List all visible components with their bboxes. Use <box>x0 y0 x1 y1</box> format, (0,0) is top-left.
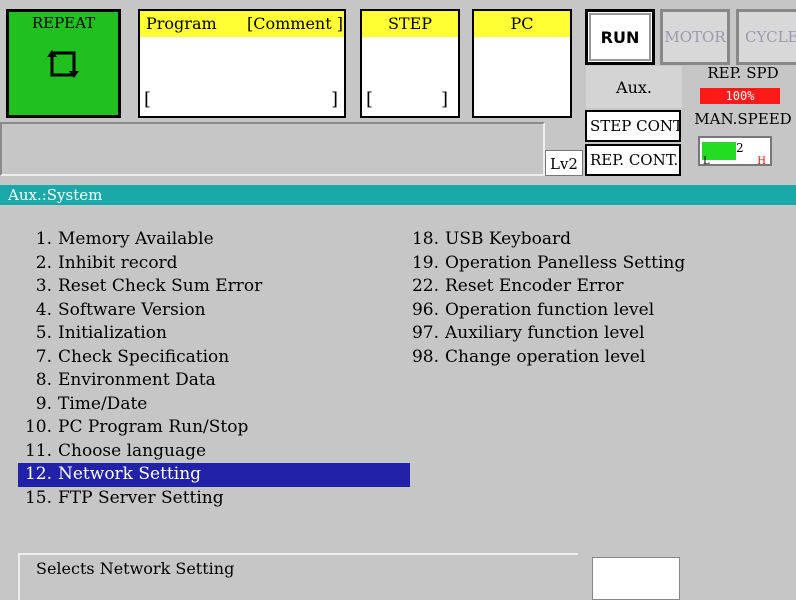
menu-item-number: 10. <box>24 417 52 437</box>
repeat-cycle-icon <box>47 50 79 78</box>
menu-item-label: Initialization <box>58 323 167 343</box>
menu-item-number: 22. <box>411 276 439 296</box>
menu-item-label: Change operation level <box>445 346 646 367</box>
menu-item[interactable]: 7. Check Specification <box>18 346 410 370</box>
program-value-open: [ <box>144 89 152 110</box>
menu-item-number: 9. <box>35 393 52 414</box>
menu-item-label: Choose language <box>58 440 207 461</box>
menu-list-right: 18. USB Keyboard 19. Operation Panelless Se… <box>405 228 765 369</box>
menu-item[interactable]: 8. Environment Data <box>18 369 410 393</box>
pc-field[interactable]: PC <box>472 9 572 118</box>
rep-speed-label: REP. SPD <box>707 64 779 82</box>
menu-item-number: 3. <box>35 276 52 296</box>
step-label: STEP <box>362 11 458 37</box>
step-value-open: [ <box>366 89 374 110</box>
repeat-label: REPEAT <box>31 14 96 32</box>
menu-item[interactable]: 4. Software Version <box>18 299 410 323</box>
menu-item-label: Reset Encoder Error <box>445 276 624 296</box>
menu-item-label: Environment Data <box>58 370 216 390</box>
menu-item-number: 19. <box>411 252 439 273</box>
menu-item[interactable]: 98. Change operation level <box>405 346 765 370</box>
operation-level-badge: Lv2 <box>545 150 583 176</box>
menu-item-number: 4. <box>35 299 52 320</box>
comment-label: [Comment ] <box>247 14 343 33</box>
program-value-close: ] <box>330 89 338 110</box>
repeat-mode-indicator[interactable]: REPEAT <box>6 9 121 118</box>
menu-item-number: 12. <box>24 464 52 484</box>
pc-label: PC <box>474 11 570 37</box>
menu-item[interactable]: 5. Initialization <box>18 322 410 346</box>
menu-item-number: 18. <box>411 229 439 249</box>
menu-item[interactable]: 97. Auxiliary function level <box>405 322 765 346</box>
menu-item-label: Operation function level <box>445 299 655 320</box>
menu-item[interactable]: 2. Inhibit record <box>18 252 410 276</box>
blank-button[interactable] <box>592 557 680 600</box>
run-button[interactable]: RUN <box>585 9 655 65</box>
man-speed-low: L <box>703 156 710 167</box>
menu-item-label: Time/Date <box>58 393 148 414</box>
program-header: Program [Comment ] <box>140 11 344 37</box>
step-value-close: ] <box>440 89 448 110</box>
menu-item-label: Memory Available <box>58 229 214 249</box>
menu-item-number: 11. <box>24 440 52 461</box>
menu-item[interactable]: 10. PC Program Run/Stop <box>18 416 410 440</box>
step-cont-button[interactable]: STEP CONT. <box>585 110 681 142</box>
menu-item-number: 1. <box>35 229 52 249</box>
message-strip <box>0 122 545 176</box>
menu-item[interactable]: 96. Operation function level <box>405 299 765 323</box>
menu-item-label: USB Keyboard <box>445 229 572 249</box>
menu-item-number: 98. <box>411 346 439 367</box>
menu-item-label: FTP Server Setting <box>58 487 224 508</box>
menu-item[interactable]: 22. Reset Encoder Error <box>405 275 765 299</box>
menu-item[interactable]: 12. Network Setting <box>18 463 410 487</box>
aux-mode-indicator: Aux. <box>586 66 682 108</box>
menu-item-label: Software Version <box>58 299 206 320</box>
program-label: Program <box>146 14 217 33</box>
menu-item-number: 96. <box>411 299 439 320</box>
menu-item[interactable]: 19. Operation Panelless Setting <box>405 252 765 276</box>
menu-item-number: 97. <box>411 323 439 343</box>
menu-item[interactable]: 18. USB Keyboard <box>405 228 765 252</box>
man-speed-gauge[interactable]: 2 L H <box>698 136 772 167</box>
menu-item[interactable]: 1. Memory Available <box>18 228 410 252</box>
menu-item-label: Reset Check Sum Error <box>58 276 263 296</box>
menu-item[interactable]: 11. Choose language <box>18 440 410 464</box>
rep-cont-button[interactable]: REP. CONT. <box>585 144 681 176</box>
cycle-button[interactable]: CYCLE <box>736 9 796 65</box>
man-speed-value: 2 <box>736 141 744 155</box>
menu-list-left: 1. Memory Available 2. Inhibit record 3. Rese… <box>18 228 410 510</box>
menu-item[interactable]: 3. Reset Check Sum Error <box>18 275 410 299</box>
menu-item-label: Network Setting <box>58 464 202 484</box>
rep-speed-bar: 100% <box>700 88 780 104</box>
menu-item-label: Inhibit record <box>58 252 178 273</box>
menu-item-number: 5. <box>35 323 52 343</box>
menu-item-number: 8. <box>35 370 52 390</box>
man-speed-label: MAN.SPEED <box>694 110 792 128</box>
man-speed-high: H <box>757 156 766 167</box>
program-field[interactable]: Program [Comment ] [ ] <box>138 9 346 118</box>
menu-item-label: PC Program Run/Stop <box>58 417 249 437</box>
menu-item-number: 15. <box>24 487 52 508</box>
menu-item[interactable]: 15. FTP Server Setting <box>18 487 410 511</box>
motor-button[interactable]: MOTOR <box>660 9 730 65</box>
menu-item-number: 2. <box>35 252 52 273</box>
menu-item[interactable]: 9. Time/Date <box>18 393 410 417</box>
help-panel: Selects Network Setting <box>18 553 578 600</box>
help-text: Selects Network Setting <box>36 559 235 578</box>
step-field[interactable]: STEP [ ] <box>360 9 460 118</box>
menu-item-label: Auxiliary function level <box>445 323 645 343</box>
menu-item-label: Check Specification <box>58 346 230 367</box>
menu-item-number: 7. <box>35 346 52 367</box>
menu-item-label: Operation Panelless Setting <box>445 252 686 273</box>
menu-title: Aux.:System <box>0 185 796 205</box>
